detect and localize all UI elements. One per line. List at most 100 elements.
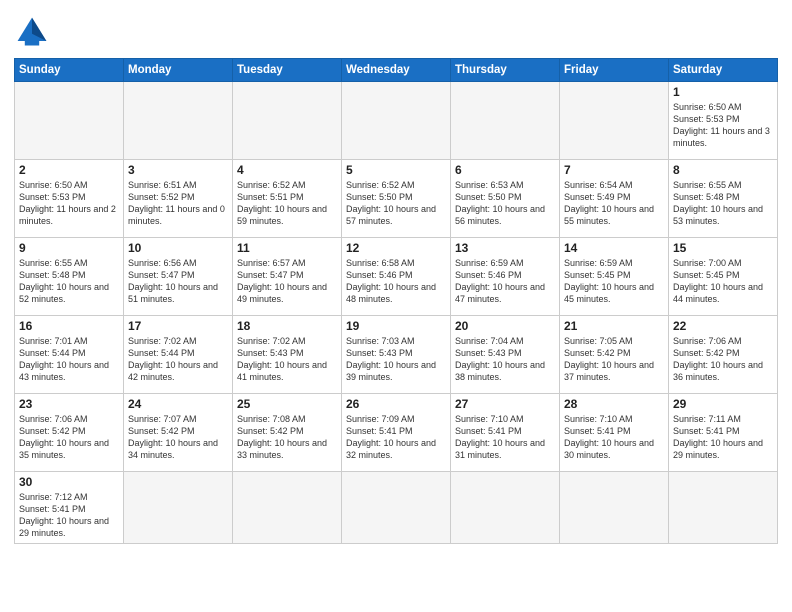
calendar-header-saturday: Saturday (669, 59, 778, 82)
calendar-header-tuesday: Tuesday (233, 59, 342, 82)
cell-content: Sunrise: 7:00 AM Sunset: 5:45 PM Dayligh… (673, 257, 773, 306)
cell-content: Sunrise: 7:04 AM Sunset: 5:43 PM Dayligh… (455, 335, 555, 384)
day-number: 16 (19, 319, 119, 333)
calendar-cell (451, 472, 560, 544)
cell-content: Sunrise: 7:05 AM Sunset: 5:42 PM Dayligh… (564, 335, 664, 384)
calendar-cell: 25 Sunrise: 7:08 AM Sunset: 5:42 PM Dayli… (233, 394, 342, 472)
calendar-cell: 3Sunrise: 6:51 AM Sunset: 5:52 PM Daylig… (124, 160, 233, 238)
calendar-cell: 18Sunrise: 7:02 AM Sunset: 5:43 PM Dayli… (233, 316, 342, 394)
cell-content: Sunrise: 7:12 AM Sunset: 5:41 PM Dayligh… (19, 491, 119, 540)
logo-icon (14, 14, 50, 50)
day-number: 24 (128, 397, 228, 411)
calendar-cell: 10 Sunrise: 6:56 AM Sunset: 5:47 PM Dayli… (124, 238, 233, 316)
cell-content: Sunrise: 7:06 AM Sunset: 5:42 PM Dayligh… (673, 335, 773, 384)
cell-content: Sunrise: 6:56 AM Sunset: 5:47 PM Dayligh… (128, 257, 228, 306)
day-number: 12 (346, 241, 446, 255)
calendar-cell (342, 472, 451, 544)
calendar-cell: 21 Sunrise: 7:05 AM Sunset: 5:42 PM Dayli… (560, 316, 669, 394)
calendar-header-wednesday: Wednesday (342, 59, 451, 82)
cell-content: Sunrise: 6:55 AM Sunset: 5:48 PM Dayligh… (19, 257, 119, 306)
day-number: 5 (346, 163, 446, 177)
cell-content: Sunrise: 7:11 AM Sunset: 5:41 PM Dayligh… (673, 413, 773, 462)
cell-content: Sunrise: 7:07 AM Sunset: 5:42 PM Dayligh… (128, 413, 228, 462)
calendar-cell (124, 472, 233, 544)
calendar-cell: 5 Sunrise: 6:52 AM Sunset: 5:50 PM Daylig… (342, 160, 451, 238)
day-number: 29 (673, 397, 773, 411)
calendar-header-friday: Friday (560, 59, 669, 82)
cell-content: Sunrise: 6:52 AM Sunset: 5:50 PM Dayligh… (346, 179, 446, 228)
day-number: 19 (346, 319, 446, 333)
calendar-cell (124, 82, 233, 160)
cell-content: Sunrise: 6:50 AM Sunset: 5:53 PM Dayligh… (19, 179, 119, 228)
day-number: 10 (128, 241, 228, 255)
cell-content: Sunrise: 7:09 AM Sunset: 5:41 PM Dayligh… (346, 413, 446, 462)
day-number: 27 (455, 397, 555, 411)
calendar: SundayMondayTuesdayWednesdayThursdayFrid… (14, 58, 778, 544)
day-number: 6 (455, 163, 555, 177)
cell-content: Sunrise: 7:03 AM Sunset: 5:43 PM Dayligh… (346, 335, 446, 384)
calendar-cell: 9 Sunrise: 6:55 AM Sunset: 5:48 PM Daylig… (15, 238, 124, 316)
day-number: 14 (564, 241, 664, 255)
calendar-cell: 28 Sunrise: 7:10 AM Sunset: 5:41 PM Dayli… (560, 394, 669, 472)
day-number: 15 (673, 241, 773, 255)
day-number: 3 (128, 163, 228, 177)
day-number: 17 (128, 319, 228, 333)
calendar-cell (233, 82, 342, 160)
day-number: 26 (346, 397, 446, 411)
cell-content: Sunrise: 6:52 AM Sunset: 5:51 PM Dayligh… (237, 179, 337, 228)
cell-content: Sunrise: 6:57 AM Sunset: 5:47 PM Dayligh… (237, 257, 337, 306)
day-number: 20 (455, 319, 555, 333)
calendar-cell: 15 Sunrise: 7:00 AM Sunset: 5:45 PM Dayli… (669, 238, 778, 316)
calendar-cell: 29 Sunrise: 7:11 AM Sunset: 5:41 PM Dayli… (669, 394, 778, 472)
calendar-cell: 24 Sunrise: 7:07 AM Sunset: 5:42 PM Dayli… (124, 394, 233, 472)
calendar-week-row: 30 Sunrise: 7:12 AM Sunset: 5:41 PM Dayli… (15, 472, 778, 544)
day-number: 21 (564, 319, 664, 333)
day-number: 25 (237, 397, 337, 411)
cell-content: Sunrise: 6:59 AM Sunset: 5:45 PM Dayligh… (564, 257, 664, 306)
calendar-cell: 17 Sunrise: 7:02 AM Sunset: 5:44 PM Dayli… (124, 316, 233, 394)
calendar-cell: 4 Sunrise: 6:52 AM Sunset: 5:51 PM Daylig… (233, 160, 342, 238)
calendar-header-row: SundayMondayTuesdayWednesdayThursdayFrid… (15, 59, 778, 82)
calendar-cell: 20 Sunrise: 7:04 AM Sunset: 5:43 PM Dayli… (451, 316, 560, 394)
calendar-cell: 13 Sunrise: 6:59 AM Sunset: 5:46 PM Dayli… (451, 238, 560, 316)
calendar-cell: 30 Sunrise: 7:12 AM Sunset: 5:41 PM Dayli… (15, 472, 124, 544)
day-number: 30 (19, 475, 119, 489)
cell-content: Sunrise: 7:08 AM Sunset: 5:42 PM Dayligh… (237, 413, 337, 462)
calendar-cell: 2 Sunrise: 6:50 AM Sunset: 5:53 PM Daylig… (15, 160, 124, 238)
day-number: 9 (19, 241, 119, 255)
calendar-cell (451, 82, 560, 160)
calendar-week-row: 16 Sunrise: 7:01 AM Sunset: 5:44 PM Dayli… (15, 316, 778, 394)
day-number: 2 (19, 163, 119, 177)
calendar-week-row: 2 Sunrise: 6:50 AM Sunset: 5:53 PM Daylig… (15, 160, 778, 238)
day-number: 8 (673, 163, 773, 177)
calendar-cell (560, 472, 669, 544)
calendar-cell: 7Sunrise: 6:54 AM Sunset: 5:49 PM Daylig… (560, 160, 669, 238)
day-number: 23 (19, 397, 119, 411)
cell-content: Sunrise: 6:53 AM Sunset: 5:50 PM Dayligh… (455, 179, 555, 228)
calendar-header-sunday: Sunday (15, 59, 124, 82)
calendar-cell: 6 Sunrise: 6:53 AM Sunset: 5:50 PM Daylig… (451, 160, 560, 238)
logo (14, 14, 54, 50)
day-number: 13 (455, 241, 555, 255)
calendar-cell: 16 Sunrise: 7:01 AM Sunset: 5:44 PM Dayli… (15, 316, 124, 394)
calendar-cell (560, 82, 669, 160)
calendar-cell (233, 472, 342, 544)
calendar-week-row: 23 Sunrise: 7:06 AM Sunset: 5:42 PM Dayli… (15, 394, 778, 472)
day-number: 18 (237, 319, 337, 333)
header (14, 14, 778, 50)
cell-content: Sunrise: 7:01 AM Sunset: 5:44 PM Dayligh… (19, 335, 119, 384)
day-number: 28 (564, 397, 664, 411)
day-number: 7 (564, 163, 664, 177)
calendar-cell: 22Sunrise: 7:06 AM Sunset: 5:42 PM Dayli… (669, 316, 778, 394)
calendar-cell: 12Sunrise: 6:58 AM Sunset: 5:46 PM Dayli… (342, 238, 451, 316)
cell-content: Sunrise: 7:06 AM Sunset: 5:42 PM Dayligh… (19, 413, 119, 462)
cell-content: Sunrise: 7:02 AM Sunset: 5:44 PM Dayligh… (128, 335, 228, 384)
calendar-cell: 19 Sunrise: 7:03 AM Sunset: 5:43 PM Dayli… (342, 316, 451, 394)
cell-content: Sunrise: 7:10 AM Sunset: 5:41 PM Dayligh… (564, 413, 664, 462)
calendar-week-row: 1Sunrise: 6:50 AM Sunset: 5:53 PM Daylig… (15, 82, 778, 160)
day-number: 4 (237, 163, 337, 177)
day-number: 11 (237, 241, 337, 255)
calendar-week-row: 9 Sunrise: 6:55 AM Sunset: 5:48 PM Daylig… (15, 238, 778, 316)
calendar-cell: 23 Sunrise: 7:06 AM Sunset: 5:42 PM Dayli… (15, 394, 124, 472)
cell-content: Sunrise: 6:59 AM Sunset: 5:46 PM Dayligh… (455, 257, 555, 306)
